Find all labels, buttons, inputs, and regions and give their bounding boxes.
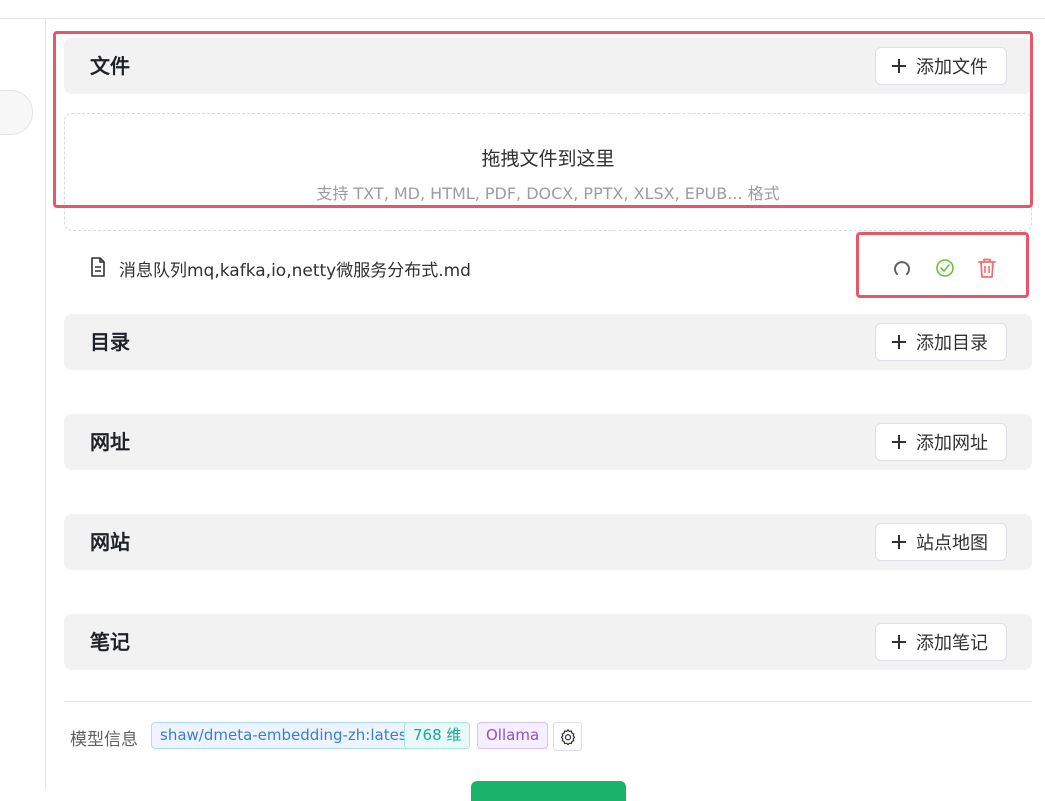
plus-icon	[892, 435, 906, 449]
provider-tag: Ollama	[477, 722, 549, 749]
dropzone-title: 拖拽文件到这里	[481, 148, 615, 170]
plus-icon	[892, 635, 906, 649]
plus-icon	[892, 335, 906, 349]
add-note-button[interactable]: 添加笔记	[875, 623, 1007, 661]
file-section-header: 文件 添加文件	[64, 38, 1032, 94]
url-section-header: 网址 添加网址	[64, 414, 1032, 470]
website-section-title: 网站	[90, 530, 130, 554]
add-file-label: 添加文件	[916, 57, 988, 78]
url-section-title: 网址	[90, 430, 130, 454]
model-info-divider	[64, 701, 1032, 702]
note-section-header: 笔记 添加笔记	[64, 614, 1032, 670]
sidebar-divider	[45, 18, 46, 790]
check-circle-icon	[936, 259, 954, 277]
website-section-header: 网站 站点地图	[64, 514, 1032, 570]
add-note-label: 添加笔记	[916, 633, 988, 654]
directory-section-title: 目录	[90, 330, 130, 354]
top-border	[0, 18, 1045, 19]
sidebar-collapsed-pill[interactable]	[0, 90, 33, 135]
trash-icon[interactable]	[976, 257, 998, 279]
file-list-item: 消息队列mq,kafka,io,netty微服务分布式.md	[64, 248, 1032, 288]
model-info-label: 模型信息	[70, 730, 138, 750]
file-text-icon	[91, 257, 105, 277]
add-directory-button[interactable]: 添加目录	[875, 323, 1007, 361]
add-url-label: 添加网址	[916, 433, 988, 454]
primary-action-button[interactable]	[471, 781, 626, 801]
directory-section-header: 目录 添加目录	[64, 314, 1032, 370]
plus-icon	[892, 535, 906, 549]
dropzone-subtitle: 支持 TXT, MD, HTML, PDF, DOCX, PPTX, XLSX,…	[316, 184, 780, 203]
file-section-title: 文件	[90, 54, 130, 78]
note-section-title: 笔记	[90, 630, 130, 654]
file-dropzone[interactable]: 拖拽文件到这里 支持 TXT, MD, HTML, PDF, DOCX, PPT…	[64, 113, 1032, 231]
model-name-tag: shaw/dmeta-embedding-zh:latest	[151, 722, 422, 749]
gear-icon	[560, 728, 575, 745]
add-url-button[interactable]: 添加网址	[875, 423, 1007, 461]
plus-icon	[892, 59, 906, 73]
add-file-button[interactable]: 添加文件	[875, 47, 1007, 85]
reload-icon[interactable]	[891, 257, 913, 279]
file-name: 消息队列mq,kafka,io,netty微服务分布式.md	[119, 261, 471, 281]
model-settings-button[interactable]	[553, 722, 582, 751]
add-directory-label: 添加目录	[916, 333, 988, 354]
sitemap-label: 站点地图	[916, 533, 988, 554]
sitemap-button[interactable]: 站点地图	[875, 523, 1007, 561]
dimension-tag: 768 维	[404, 722, 471, 749]
